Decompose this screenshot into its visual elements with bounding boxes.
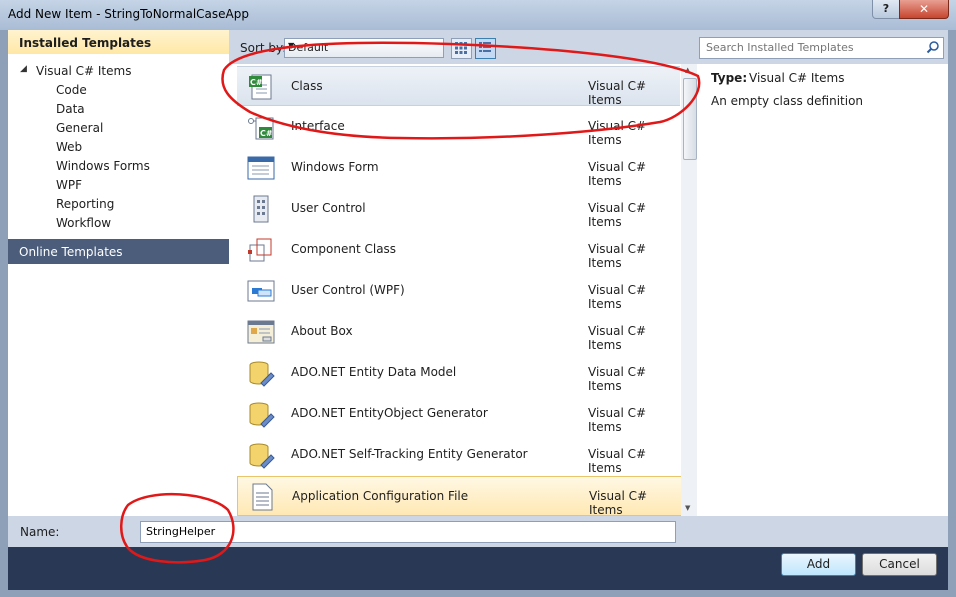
wpf-user-control-icon <box>247 280 275 302</box>
tree-item-reporting[interactable]: Reporting <box>56 197 114 211</box>
template-name: Interface <box>291 119 345 133</box>
online-templates-header[interactable]: Online Templates <box>8 239 229 264</box>
config-file-icon <box>252 483 273 511</box>
component-class-icon <box>248 238 272 262</box>
template-row-interface[interactable]: C# Interface Visual C# Items <box>237 107 680 147</box>
tree-item-general[interactable]: General <box>56 121 103 135</box>
template-name: User Control (WPF) <box>291 283 405 297</box>
template-description: An empty class definition <box>711 94 864 108</box>
online-templates-label: Online Templates <box>19 245 123 259</box>
template-list[interactable]: C# Class Visual C# Items C# Interface Vi… <box>229 64 681 516</box>
template-category-pane <box>8 30 229 516</box>
search-icon[interactable] <box>926 40 940 54</box>
scroll-down-arrow-icon[interactable]: ▼ <box>685 504 690 512</box>
class-icon: C# <box>249 74 272 100</box>
sort-by-label: Sort by: <box>240 41 287 55</box>
template-row-user-control[interactable]: User Control Visual C# Items <box>237 189 680 229</box>
grid-view-icon <box>455 42 467 54</box>
template-category: Visual C# Items <box>588 324 647 352</box>
template-name: ADO.NET Self-Tracking Entity Generator <box>291 447 528 461</box>
template-row-ado-entity-data-model[interactable]: ADO.NET Entity Data Model Visual C# Item… <box>237 353 680 393</box>
details-view-button[interactable] <box>475 38 496 59</box>
database-icon <box>249 402 275 428</box>
template-name: About Box <box>291 324 353 338</box>
template-category: Visual C# Items <box>589 489 648 516</box>
svg-text:C#: C# <box>260 129 273 138</box>
template-category: Visual C# Items <box>588 119 647 147</box>
tree-item-windows-forms[interactable]: Windows Forms <box>56 159 150 173</box>
window-title: Add New Item - StringToNormalCaseApp <box>8 7 249 21</box>
type-value: Visual C# Items <box>749 71 845 85</box>
tree-item-data[interactable]: Data <box>56 102 85 116</box>
search-input[interactable] <box>704 40 918 55</box>
interface-icon: C# <box>248 117 274 140</box>
template-name: Component Class <box>291 242 397 256</box>
database-icon <box>249 443 275 469</box>
search-installed-templates-box[interactable] <box>699 37 944 59</box>
tree-item-workflow[interactable]: Workflow <box>56 216 111 230</box>
template-category: Visual C# Items <box>588 160 647 188</box>
title-bar[interactable]: Add New Item - StringToNormalCaseApp ? ✕ <box>0 0 956 30</box>
template-row-app-config-file[interactable]: Application Configuration File Visual C#… <box>237 476 681 516</box>
name-field[interactable] <box>140 521 676 543</box>
template-row-component-class[interactable]: Component Class Visual C# Items <box>237 230 680 270</box>
template-name: Class <box>291 79 323 93</box>
template-category: Visual C# Items <box>588 365 647 393</box>
template-row-about-box[interactable]: About Box Visual C# Items <box>237 312 680 352</box>
template-category: Visual C# Items <box>588 79 647 107</box>
template-category: Visual C# Items <box>588 283 647 311</box>
tree-item-web[interactable]: Web <box>56 140 82 154</box>
installed-templates-label: Installed Templates <box>19 36 152 50</box>
name-label: Name: <box>20 525 60 539</box>
about-box-icon <box>247 320 275 344</box>
windows-form-icon <box>247 156 275 180</box>
template-row-ado-self-tracking-generator[interactable]: ADO.NET Self-Tracking Entity Generator V… <box>237 435 680 475</box>
template-row-ado-entityobject-generator[interactable]: ADO.NET EntityObject Generator Visual C#… <box>237 394 680 434</box>
template-name: User Control <box>291 201 366 215</box>
dropdown-arrow-icon: ▼ <box>288 41 295 50</box>
tree-root-visual-csharp-items[interactable]: Visual C# Items <box>36 64 131 78</box>
sort-by-dropdown[interactable]: Default ▼ <box>284 38 444 58</box>
tree-item-code[interactable]: Code <box>56 83 87 97</box>
add-button[interactable]: Add <box>781 553 856 576</box>
database-icon <box>249 361 275 387</box>
template-category: Visual C# Items <box>588 201 647 229</box>
type-label: Type: <box>711 71 748 85</box>
template-category: Visual C# Items <box>588 406 647 434</box>
scroll-up-arrow-icon[interactable]: ▲ <box>685 66 690 74</box>
list-view-icon <box>479 42 491 52</box>
scroll-thumb[interactable] <box>683 78 697 160</box>
medium-icons-view-button[interactable] <box>451 38 472 59</box>
template-name: Windows Form <box>291 160 379 174</box>
tree-item-wpf[interactable]: WPF <box>56 178 82 192</box>
template-category: Visual C# Items <box>588 242 647 270</box>
template-name: ADO.NET EntityObject Generator <box>291 406 488 420</box>
name-input[interactable] <box>144 524 668 539</box>
help-button[interactable]: ? <box>872 0 900 19</box>
template-row-windows-form[interactable]: Windows Form Visual C# Items <box>237 148 680 188</box>
template-category: Visual C# Items <box>588 447 647 475</box>
tree-expand-arrow-icon[interactable]: ◢ <box>20 64 27 74</box>
template-name: Application Configuration File <box>292 489 469 503</box>
add-new-item-dialog: Add New Item - StringToNormalCaseApp ? ✕… <box>0 0 956 597</box>
template-row-user-control-wpf[interactable]: User Control (WPF) Visual C# Items <box>237 271 680 311</box>
template-name: ADO.NET Entity Data Model <box>291 365 457 379</box>
user-control-icon <box>253 195 269 223</box>
svg-text:C#: C# <box>250 78 263 87</box>
cancel-button[interactable]: Cancel <box>862 553 937 576</box>
installed-templates-header[interactable]: Installed Templates <box>8 30 229 54</box>
template-row-class[interactable]: C# Class Visual C# Items <box>237 66 680 107</box>
close-button[interactable]: ✕ <box>899 0 949 19</box>
